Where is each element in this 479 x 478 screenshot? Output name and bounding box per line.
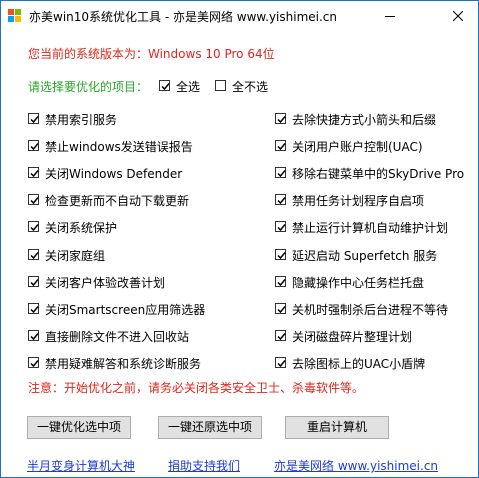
minimize-icon[interactable] — [373, 1, 407, 31]
option-checkbox[interactable] — [28, 329, 39, 341]
option-label[interactable]: 隐藏操作中心任务栏托盘 — [292, 274, 424, 291]
option-checkbox[interactable] — [28, 356, 39, 368]
option-label[interactable]: 检查更新而不自动下载更新 — [45, 192, 189, 209]
option-checkbox[interactable] — [275, 275, 286, 287]
option-checkbox[interactable] — [275, 167, 286, 179]
option-checkbox[interactable] — [28, 302, 39, 314]
option-label[interactable]: 移除右键菜单中的SkyDrive Pro — [292, 165, 464, 182]
option-label[interactable]: 关机时强制杀后台进程不等待 — [292, 301, 448, 318]
option-label[interactable]: 关闭客户体验改善计划 — [45, 274, 165, 291]
select-prompt: 请选择要优化的项目： — [28, 80, 149, 94]
option-checkbox[interactable] — [275, 221, 286, 233]
option-checkbox[interactable] — [28, 167, 39, 179]
option-label[interactable]: 关闭Smartscreen应用筛选器 — [45, 301, 205, 318]
option-label[interactable]: 禁用任务计划程序自启项 — [292, 192, 424, 209]
author-link[interactable]: 半月变身计算机大神 — [27, 457, 135, 474]
donate-link[interactable]: 捐助支持我们 — [168, 457, 240, 474]
option-label[interactable]: 关闭系统保护 — [45, 219, 117, 236]
window-title: 亦美win10系统优化工具 - 亦是美网络 www.yishimei.cn — [29, 10, 338, 24]
restore-button[interactable]: 一键还原选中项 — [158, 416, 262, 439]
option-checkbox[interactable] — [28, 113, 39, 124]
option-label[interactable]: 禁用疑难解答和系统诊断服务 — [45, 355, 201, 372]
select-all-label[interactable]: 全选 — [176, 78, 200, 95]
option-label[interactable]: 关闭用户账户控制(UAC) — [292, 138, 423, 155]
option-checkbox[interactable] — [275, 356, 286, 368]
optimize-button[interactable]: 一键优化选中项 — [27, 416, 131, 439]
option-checkbox[interactable] — [275, 248, 286, 260]
option-label[interactable]: 延迟启动 Superfetch 服务 — [292, 247, 437, 264]
option-checkbox[interactable] — [275, 329, 286, 341]
option-checkbox[interactable] — [28, 194, 39, 206]
select-none-checkbox[interactable] — [215, 80, 226, 91]
option-label[interactable]: 关闭磁盘碎片整理计划 — [292, 328, 412, 345]
website-link[interactable]: 亦是美网络 www.yishimei.cn — [274, 457, 438, 474]
option-checkbox[interactable] — [28, 275, 39, 287]
restart-button[interactable]: 重启计算机 — [285, 416, 389, 439]
option-checkbox[interactable] — [28, 140, 39, 152]
title-bar[interactable]: 亦美win10系统优化工具 - 亦是美网络 www.yishimei.cn — [1, 1, 478, 31]
option-label[interactable]: 去除快捷方式小箭头和后缀 — [292, 111, 436, 128]
select-all-checkbox[interactable] — [159, 80, 170, 91]
system-version-text: 您当前的系统版本为：Windows 10 Pro 64位 — [28, 47, 275, 61]
option-label[interactable]: 关闭家庭组 — [45, 247, 105, 264]
notice-text: 注意：开始优化之前，请务必关闭各类安全卫士、杀毒软件等。 — [28, 381, 365, 395]
select-none-label[interactable]: 全不选 — [232, 78, 268, 95]
option-checkbox[interactable] — [275, 302, 286, 314]
app-window: 亦美win10系统优化工具 - 亦是美网络 www.yishimei.cn 您当… — [0, 0, 479, 478]
option-checkbox[interactable] — [275, 140, 286, 152]
app-icon — [8, 9, 22, 23]
option-checkbox[interactable] — [275, 194, 286, 206]
option-label[interactable]: 禁止运行计算机自动维护计划 — [292, 219, 448, 236]
option-label[interactable]: 关闭Windows Defender — [45, 165, 182, 182]
option-label[interactable]: 直接删除文件不进入回收站 — [45, 328, 189, 345]
option-checkbox[interactable] — [28, 248, 39, 260]
option-checkbox[interactable] — [28, 221, 39, 233]
option-label[interactable]: 禁用索引服务 — [45, 111, 117, 128]
close-icon[interactable] — [441, 1, 475, 31]
option-label[interactable]: 禁止windows发送错误报告 — [45, 138, 193, 155]
option-checkbox[interactable] — [275, 113, 286, 124]
option-label[interactable]: 去除图标上的UAC小盾牌 — [292, 355, 425, 372]
